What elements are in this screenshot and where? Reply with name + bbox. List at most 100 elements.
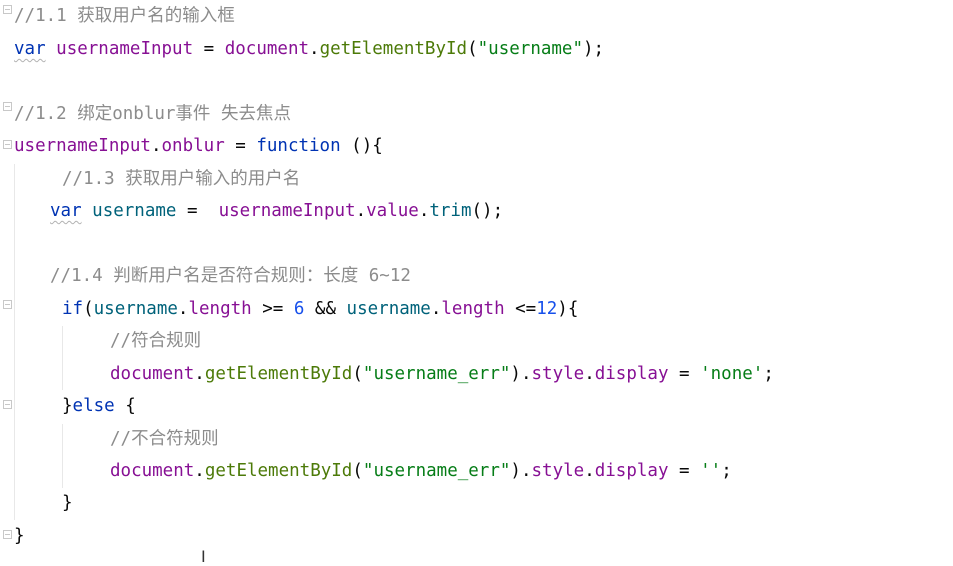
code-line[interactable]: //1.3 获取用户输入的用户名 bbox=[62, 163, 300, 195]
code-keyword: else bbox=[72, 396, 115, 416]
code-punctuation: (){ bbox=[340, 136, 383, 156]
code-punctuation: ). bbox=[510, 461, 532, 481]
indent-guide bbox=[14, 164, 15, 520]
code-punctuation: ; bbox=[763, 364, 774, 384]
code-line[interactable]: document.getElementById("username_err").… bbox=[110, 358, 774, 390]
code-global: document bbox=[110, 461, 195, 481]
code-punctuation: ( bbox=[352, 461, 363, 481]
code-variable: usernameInput bbox=[218, 201, 356, 221]
code-line[interactable]: var username = usernameInput.value.trim(… bbox=[50, 195, 503, 227]
code-keyword: var bbox=[50, 201, 82, 221]
code-line[interactable]: } bbox=[62, 487, 73, 519]
code-line[interactable]: }else { bbox=[62, 390, 136, 422]
code-punctuation: . bbox=[150, 136, 162, 156]
code-comment: //不合符规则 bbox=[110, 429, 219, 449]
code-punctuation: ). bbox=[510, 364, 532, 384]
code-number: 12 bbox=[536, 299, 558, 319]
code-line[interactable]: //1.4 判断用户名是否符合规则：长度 6~12 bbox=[50, 260, 411, 292]
code-property: length bbox=[441, 299, 505, 319]
code-punctuation: } bbox=[14, 526, 25, 546]
code-variable: usernameInput bbox=[14, 136, 151, 156]
fold-marker-icon[interactable] bbox=[3, 530, 12, 539]
code-punctuation: ; bbox=[721, 461, 732, 481]
code-string: '' bbox=[700, 461, 722, 481]
code-variable: usernameInput bbox=[56, 39, 194, 59]
code-punctuation: = bbox=[224, 136, 257, 156]
code-punctuation: >= bbox=[251, 299, 294, 319]
code-punctuation: ){ bbox=[557, 299, 579, 319]
code-punctuation: . bbox=[355, 201, 367, 221]
code-line[interactable]: //1.2 绑定onblur事件 失去焦点 bbox=[14, 98, 291, 130]
code-comment: //1.4 判断用户名是否符合规则：长度 6~12 bbox=[50, 266, 411, 286]
fold-marker-icon[interactable] bbox=[3, 102, 12, 111]
code-comment: //1.3 获取用户输入的用户名 bbox=[62, 169, 301, 189]
code-function-call: trim bbox=[429, 201, 472, 221]
code-property: display bbox=[594, 461, 669, 481]
code-line[interactable]: //不合符规则 bbox=[110, 423, 219, 455]
code-string: "username" bbox=[477, 39, 583, 59]
code-property: length bbox=[188, 299, 252, 319]
code-comment: //符合规则 bbox=[110, 331, 202, 351]
code-punctuation: { bbox=[114, 396, 136, 416]
code-identifier: username bbox=[92, 201, 177, 221]
code-line[interactable]: //符合规则 bbox=[110, 325, 201, 357]
indent-guide bbox=[62, 424, 63, 488]
code-line[interactable]: if(username.length >= 6 && username.leng… bbox=[62, 293, 578, 325]
code-punctuation: = bbox=[668, 364, 701, 384]
code-property: style bbox=[531, 364, 585, 384]
code-punctuation: . bbox=[584, 364, 595, 384]
code-function: getElementById bbox=[319, 39, 468, 59]
code-punctuation: . bbox=[584, 461, 595, 481]
fold-marker-icon[interactable] bbox=[3, 5, 12, 14]
code-property: value bbox=[366, 201, 419, 221]
code-identifier: username bbox=[346, 299, 431, 319]
code-keyword: var bbox=[14, 39, 46, 59]
code-function: getElementById bbox=[204, 364, 353, 384]
code-global: document bbox=[224, 39, 310, 59]
code-punctuation: . bbox=[418, 201, 430, 221]
code-line[interactable]: //1.1 获取用户名的输入框 bbox=[14, 0, 235, 32]
code-property: style bbox=[531, 461, 585, 481]
code-number: 6 bbox=[293, 299, 305, 319]
code-function: getElementById bbox=[204, 461, 353, 481]
code-punctuation: ( bbox=[467, 39, 478, 59]
code-punctuation: . bbox=[430, 299, 442, 319]
code-punctuation: (); bbox=[471, 201, 504, 221]
code-line[interactable]: var usernameInput = document.getElementB… bbox=[14, 33, 604, 65]
code-property: onblur bbox=[161, 136, 225, 156]
code-punctuation: . bbox=[177, 299, 189, 319]
code-editor[interactable]: //1.1 获取用户名的输入框 var usernameInput = docum… bbox=[0, 0, 953, 566]
fold-marker-icon[interactable] bbox=[3, 140, 12, 149]
code-punctuation: . bbox=[194, 364, 205, 384]
code-string: "username_err" bbox=[362, 364, 511, 384]
code-punctuation bbox=[46, 39, 57, 59]
code-line[interactable]: } bbox=[14, 520, 25, 552]
code-line[interactable]: usernameInput.onblur = function (){ bbox=[14, 130, 383, 162]
code-keyword: if bbox=[62, 299, 84, 319]
code-punctuation: = bbox=[176, 201, 219, 221]
code-punctuation: = bbox=[193, 39, 225, 59]
code-comment: //1.2 绑定onblur事件 失去焦点 bbox=[14, 104, 291, 124]
indent-guide bbox=[62, 326, 63, 390]
text-cursor-icon: I bbox=[201, 547, 206, 566]
code-punctuation: <= bbox=[504, 299, 537, 319]
code-comment: //1.1 获取用户名的输入框 bbox=[14, 6, 235, 26]
code-punctuation: = bbox=[668, 461, 701, 481]
code-keyword: function bbox=[256, 136, 341, 156]
code-punctuation: ( bbox=[352, 364, 363, 384]
code-string: "username_err" bbox=[362, 461, 511, 481]
fold-marker-icon[interactable] bbox=[3, 400, 12, 409]
code-punctuation: && bbox=[304, 299, 347, 319]
code-property: display bbox=[594, 364, 669, 384]
code-punctuation: . bbox=[309, 39, 320, 59]
code-punctuation: ( bbox=[83, 299, 94, 319]
fold-marker-icon[interactable] bbox=[3, 300, 12, 309]
code-punctuation: } bbox=[62, 396, 73, 416]
code-identifier: username bbox=[93, 299, 178, 319]
code-line[interactable]: document.getElementById("username_err").… bbox=[110, 455, 732, 487]
code-global: document bbox=[110, 364, 195, 384]
code-punctuation: } bbox=[62, 493, 73, 513]
code-punctuation: . bbox=[194, 461, 205, 481]
code-punctuation: ); bbox=[583, 39, 605, 59]
code-punctuation bbox=[82, 201, 93, 221]
